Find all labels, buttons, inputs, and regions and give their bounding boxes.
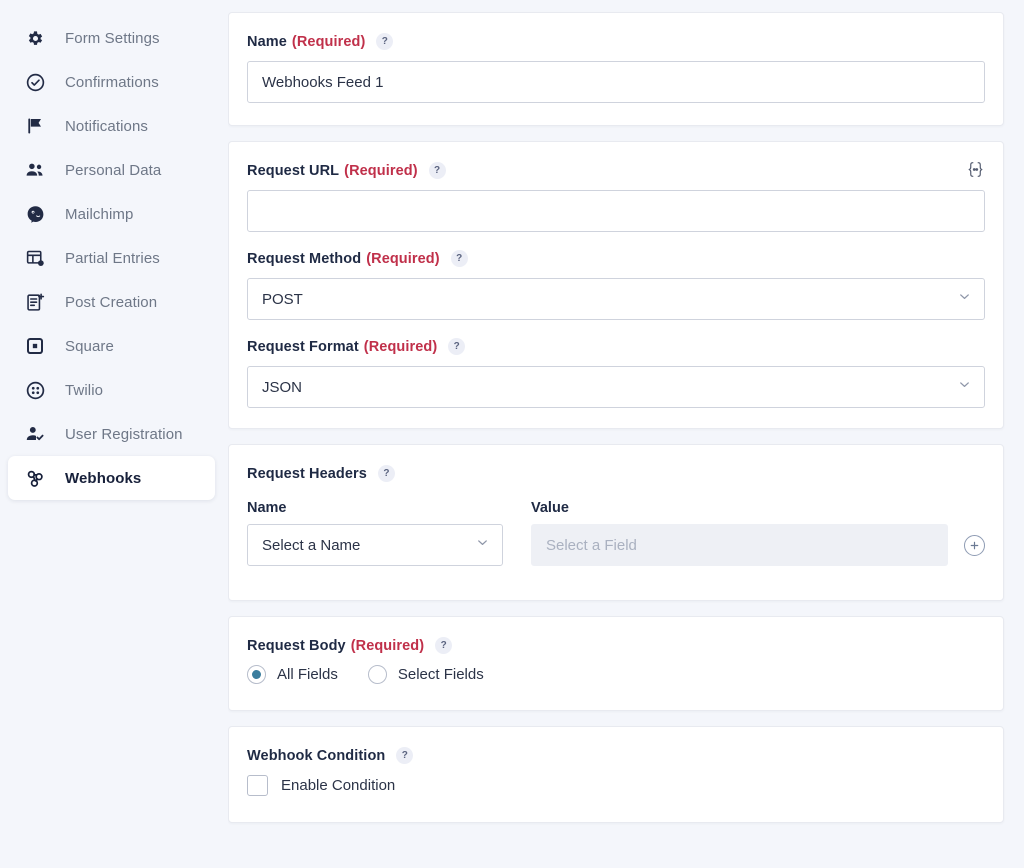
name-field-label: Name (Required) ? (247, 33, 985, 50)
webhook-icon (23, 466, 47, 490)
check-circle-icon (23, 70, 47, 94)
label-text: Name (247, 33, 287, 50)
user-check-icon (23, 422, 47, 446)
sidebar-item-label: Webhooks (65, 469, 142, 487)
header-name-select-wrap: Select a Name (247, 524, 503, 566)
help-icon[interactable]: ? (377, 465, 395, 482)
headers-column-row: Name Value (247, 500, 985, 516)
sidebar-item-label: Confirmations (65, 73, 159, 91)
label-text: Request Body (247, 637, 346, 654)
required-marker: (Required) (366, 250, 440, 267)
request-method-label: Request Method (Required) ? (247, 250, 985, 267)
sidebar-item-notifications[interactable]: Notifications (8, 104, 215, 148)
sidebar-item-partial-entries[interactable]: Partial Entries (8, 236, 215, 280)
header-value-input[interactable]: Select a Field (531, 524, 948, 566)
webhook-condition-label: Webhook Condition ? (247, 747, 985, 764)
sidebar-item-label: Mailchimp (65, 205, 134, 223)
mailchimp-monkey-icon (23, 202, 47, 226)
sidebar-item-label: Personal Data (65, 161, 162, 179)
table-clock-icon (23, 246, 47, 270)
request-format-select-wrap: JSON (247, 366, 985, 408)
request-format-label: Request Format (Required) ? (247, 338, 985, 355)
sidebar-item-post-creation[interactable]: Post Creation (8, 280, 215, 324)
column-header-name: Name (247, 500, 287, 516)
card-request-settings: Request URL (Required) ? Request Method … (228, 141, 1004, 429)
label-text: Webhook Condition (247, 747, 386, 764)
required-marker: (Required) (350, 637, 425, 654)
square-icon (23, 334, 47, 358)
radio-all-fields[interactable]: All Fields (247, 665, 338, 684)
sidebar-item-label: Post Creation (65, 293, 158, 311)
request-format-select[interactable]: JSON (247, 366, 985, 408)
sidebar-item-personal-data[interactable]: Personal Data (8, 148, 215, 192)
required-marker: (Required) (291, 33, 366, 50)
label-text: Request Method (247, 250, 362, 267)
request-body-radio-group: All Fields Select Fields (247, 665, 985, 684)
request-method-select-wrap: POST (247, 278, 985, 320)
enable-condition-checkbox[interactable] (247, 775, 268, 796)
label-text: Request Format (247, 338, 359, 355)
request-url-input[interactable] (247, 190, 985, 232)
sidebar-item-label: Twilio (65, 381, 104, 399)
settings-sidebar: Form Settings Confirmations Notification… (0, 0, 228, 868)
sidebar-item-label: User Registration (65, 425, 183, 443)
card-request-headers: Request Headers ? Name Value Select a Na… (228, 444, 1004, 601)
users-icon (23, 158, 47, 182)
feed-settings-panel: Name (Required) ? Request URL (Required)… (228, 0, 1024, 868)
sidebar-item-square[interactable]: Square (8, 324, 215, 368)
sidebar-item-label: Notifications (65, 117, 149, 135)
gear-icon (23, 26, 47, 50)
flag-icon (23, 114, 47, 138)
request-headers-label: Request Headers ? (247, 465, 985, 482)
enable-condition-label: Enable Condition (281, 777, 396, 794)
radio-select-fields[interactable]: Select Fields (367, 665, 484, 684)
radio-mark-icon (367, 665, 387, 684)
feed-name-input[interactable] (247, 61, 985, 103)
radio-label: All Fields (277, 666, 338, 683)
request-method-select[interactable]: POST (247, 278, 985, 320)
sidebar-item-form-settings[interactable]: Form Settings (8, 16, 215, 60)
request-url-label: Request URL (Required) ? (247, 162, 985, 179)
document-plus-icon (23, 290, 47, 314)
help-icon[interactable]: ? (448, 338, 466, 355)
help-icon[interactable]: ? (450, 250, 468, 267)
merge-tag-icon[interactable] (966, 160, 985, 179)
label-text: Request URL (247, 162, 340, 179)
card-feed-name: Name (Required) ? (228, 12, 1004, 126)
header-name-select[interactable]: Select a Name (247, 524, 503, 566)
sidebar-item-label: Form Settings (65, 29, 160, 47)
required-marker: (Required) (344, 162, 418, 179)
sidebar-item-webhooks[interactable]: Webhooks (8, 456, 215, 500)
help-icon[interactable]: ? (428, 162, 446, 179)
card-webhook-condition: Webhook Condition ? Enable Condition (228, 726, 1004, 823)
radio-mark-icon (247, 665, 266, 684)
radio-label: Select Fields (397, 666, 484, 683)
sidebar-item-mailchimp[interactable]: Mailchimp (8, 192, 215, 236)
header-row: Select a Name Select a Field (247, 524, 985, 566)
add-header-button[interactable] (964, 534, 985, 556)
sidebar-item-twilio[interactable]: Twilio (8, 368, 215, 412)
sidebar-item-confirmations[interactable]: Confirmations (8, 60, 215, 104)
required-marker: (Required) (363, 338, 438, 355)
help-icon[interactable]: ? (435, 637, 453, 654)
column-header-value: Value (531, 500, 569, 516)
twilio-circle-icon (23, 378, 47, 402)
sidebar-item-label: Partial Entries (65, 249, 160, 267)
enable-condition-row: Enable Condition (247, 775, 985, 796)
sidebar-item-user-registration[interactable]: User Registration (8, 412, 215, 456)
card-request-body: Request Body (Required) ? All Fields Sel… (228, 616, 1004, 711)
sidebar-item-label: Square (65, 337, 114, 355)
request-body-label: Request Body (Required) ? (247, 637, 985, 654)
help-icon[interactable]: ? (396, 747, 414, 764)
help-icon[interactable]: ? (376, 33, 394, 50)
settings-page: Form Settings Confirmations Notification… (0, 0, 1024, 868)
label-text: Request Headers (247, 465, 367, 482)
